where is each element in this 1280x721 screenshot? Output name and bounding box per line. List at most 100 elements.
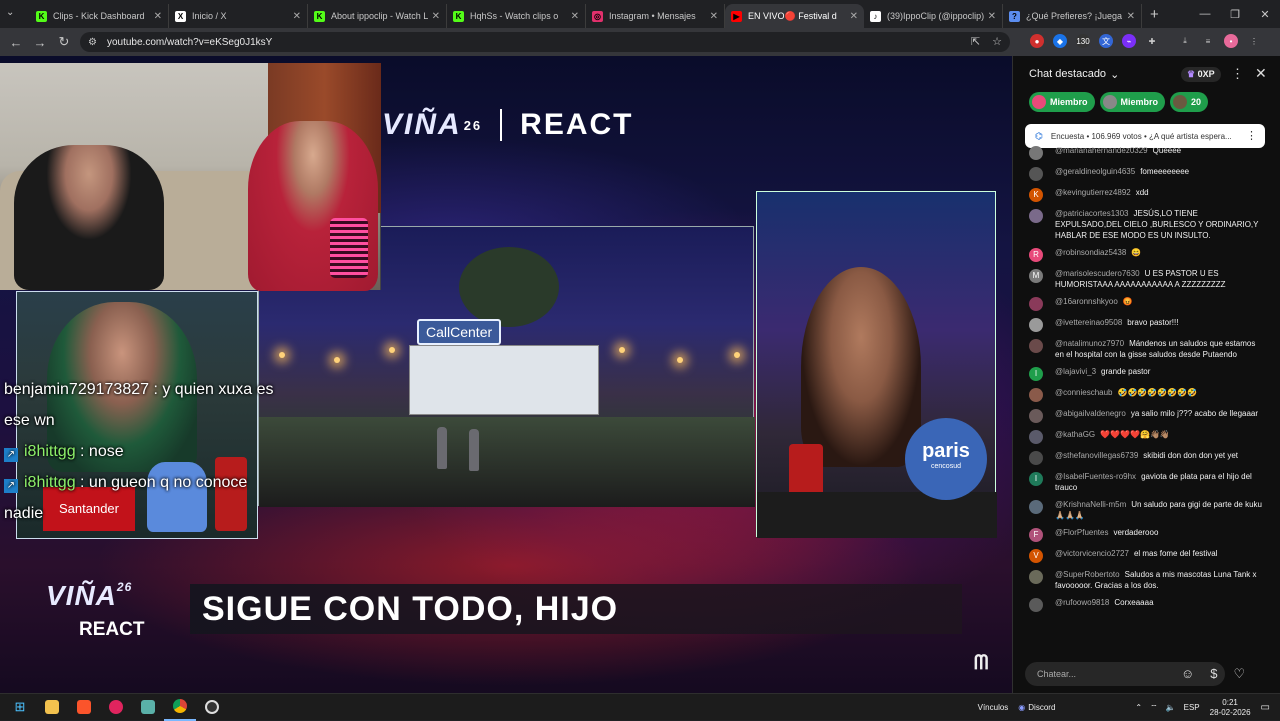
browser-tab[interactable]: K HqhSs - Watch clips o ✕ [447,4,586,28]
tab-close-icon[interactable]: ✕ [432,11,440,22]
tab-search-icon[interactable]: ⌄ [6,7,14,18]
browser-tab[interactable]: ▶ EN VIVO🔴 Festival d ✕ [725,4,864,28]
member-pill[interactable]: Miembro [1029,92,1095,112]
tab-close-icon[interactable]: ✕ [988,11,996,22]
chat-username[interactable]: @IsabelFuentes-ro9hx [1055,472,1136,481]
reload-icon[interactable]: ↻ [52,34,76,50]
cast-icon[interactable]: ⇱ [971,35,980,48]
chat-username[interactable]: @FlorPfuentes [1055,528,1108,537]
notifications-icon[interactable]: ▭ [1261,702,1270,713]
chat-avatar[interactable] [1029,570,1043,584]
chat-avatar[interactable] [1029,430,1043,444]
chat-avatar[interactable] [1029,409,1043,423]
new-tab-icon[interactable]: + [1150,6,1159,23]
translate-icon[interactable]: 文 [1099,34,1113,48]
chat-avatar[interactable]: K [1029,188,1043,202]
video-player[interactable]: VIÑA 26 REACT CallCenter paris cencosud … [0,56,1012,693]
chat-menu-icon[interactable]: ⋮ [1231,66,1244,82]
chat-username[interactable]: @kevingutierrez4892 [1055,188,1131,197]
chat-avatar[interactable] [1029,167,1043,181]
chrome-icon[interactable] [164,694,196,721]
chat-avatar[interactable]: R [1029,248,1043,262]
tab-close-icon[interactable]: ✕ [154,11,162,22]
chat-username[interactable]: @kathaGG [1055,430,1095,439]
chat-message[interactable]: @rufoowo9818 Corxeaaaa [1013,594,1273,615]
chat-message[interactable]: I @IsabelFuentes-ro9hx gaviota de plata pa… [1013,468,1273,496]
chat-message[interactable]: @marianahernandez0329 Queeee [1013,142,1273,163]
tab-close-icon[interactable]: ✕ [293,11,301,22]
browser-tab[interactable]: K Clips - Kick Dashboard ✕ [30,4,169,28]
chat-message[interactable]: @abigailvaldenegro ya salio milo j??? aca… [1013,405,1273,426]
browser-tab[interactable]: ◎ Instagram • Mensajes ✕ [586,4,725,28]
chat-message[interactable]: @16aronnshkyoo 😡 [1013,293,1273,314]
chat-message[interactable]: V @victorvicencio2727 el mas fome del fest… [1013,545,1273,566]
chat-avatar[interactable] [1029,209,1043,223]
chat-username[interactable]: @victorvicencio2727 [1055,549,1129,558]
chat-mode-dropdown[interactable]: Chat destacado ⌄ [1029,68,1119,81]
media-player-icon[interactable] [100,694,132,721]
chat-username[interactable]: @sthefanovillegas6739 [1055,451,1138,460]
obs-icon[interactable] [196,694,228,721]
browser-tab[interactable]: ♪ (39)IppoClip (@ippoclip) | ✕ [864,4,1003,28]
site-info-icon[interactable]: ⚙ [88,37,97,48]
chat-avatar[interactable] [1029,451,1043,465]
chat-avatar[interactable] [1029,500,1043,514]
chat-message[interactable]: l @lajavivi_3 grande pastor [1013,363,1273,384]
chat-username[interactable]: @connieschaub [1055,388,1113,397]
discord-label[interactable]: Discord [1028,703,1055,712]
browser-tab[interactable]: K About ippoclip - Watch Li ✕ [308,4,447,28]
bookmark-star-icon[interactable]: ☆ [992,35,1002,48]
extensions-puzzle-icon[interactable]: ✚ [1145,34,1159,48]
heart-icon[interactable]: ♡ [1234,666,1246,682]
emoji-icon[interactable]: ☺ [1181,666,1194,682]
member-pill[interactable]: 20 [1170,92,1209,112]
forward-icon[interactable]: → [28,35,52,50]
tab-close-icon[interactable]: ✕ [850,11,858,22]
member-pill[interactable]: Miembro [1099,92,1166,112]
address-bar[interactable]: ⚙ youtube.com/watch?v=eKSeg0J1ksY ⇱ ☆ [80,32,1010,52]
chat-message[interactable]: @sthefanovillegas6739 skibidi don don don… [1013,447,1273,468]
chat-message[interactable]: @patriciacortes1303 JESÚS,LO TIENE EXPULS… [1013,205,1273,244]
chat-avatar[interactable]: M [1029,269,1043,283]
chat-username[interactable]: @marianahernandez0329 [1055,146,1148,155]
brave-icon[interactable] [68,694,100,721]
chat-username[interactable]: @SuperRobertoto [1055,570,1120,579]
browser-tab[interactable]: X Inicio / X ✕ [169,4,308,28]
chat-avatar[interactable]: l [1029,367,1043,381]
tab-close-icon[interactable]: ✕ [1127,11,1135,22]
tab-close-icon[interactable]: ✕ [571,11,579,22]
chat-username[interactable]: @marisolescudero7630 [1055,269,1140,278]
extension-blue-icon[interactable]: ◆ [1053,34,1067,48]
back-icon[interactable]: ← [4,35,28,50]
language-indicator[interactable]: ESP [1184,703,1200,712]
discord-icon[interactable]: ◉ [1018,703,1025,712]
chat-message[interactable]: M @marisolescudero7630 U ES PASTOR U ES HU… [1013,265,1273,293]
browser-menu-icon[interactable]: ⋮ [1247,34,1261,48]
browser-tab[interactable]: ? ¿Qué Prefieres? ¡Juega en ✕ [1003,4,1142,28]
chat-avatar[interactable] [1029,339,1043,353]
download-icon[interactable]: ⤓ [1178,34,1192,48]
chat-username[interactable]: @natalimunoz7970 [1055,339,1124,348]
chat-username[interactable]: @16aronnshkyoo [1055,297,1118,306]
extension-red-icon[interactable]: ● [1030,34,1044,48]
extension-counter-icon[interactable]: 130 [1076,34,1090,48]
chat-username[interactable]: @geraldineolguin4635 [1055,167,1135,176]
poll-menu-icon[interactable]: ⋮ [1246,129,1257,142]
chat-username[interactable]: @rufoowo9818 [1055,598,1109,607]
xp-badge[interactable]: ♛ 0XP [1181,67,1221,82]
chat-username[interactable]: @patriciacortes1303 [1055,209,1129,218]
chat-avatar[interactable]: F [1029,528,1043,542]
chat-message[interactable]: @natalimunoz7970 Mándenos un saludos que … [1013,335,1273,363]
chat-username[interactable]: @robinsondiaz5438 [1055,248,1126,257]
super-chat-icon[interactable]: $ [1210,666,1217,682]
profile-avatar[interactable]: • [1224,34,1238,48]
windows-start-icon[interactable]: ⊞ [4,694,36,721]
minimize-icon[interactable]: — [1190,8,1220,20]
extension-purple-icon[interactable]: ⌁ [1122,34,1136,48]
close-chat-icon[interactable]: ✕ [1255,65,1267,82]
chat-username[interactable]: @KrishnaNelli-m5m [1055,500,1126,509]
chat-message[interactable]: F @FlorPfuentes verdaderooo [1013,524,1273,545]
chat-avatar[interactable] [1029,388,1043,402]
chat-message[interactable]: @ivettereinao9508 bravo pastor!!! [1013,314,1273,335]
chat-avatar[interactable]: V [1029,549,1043,563]
